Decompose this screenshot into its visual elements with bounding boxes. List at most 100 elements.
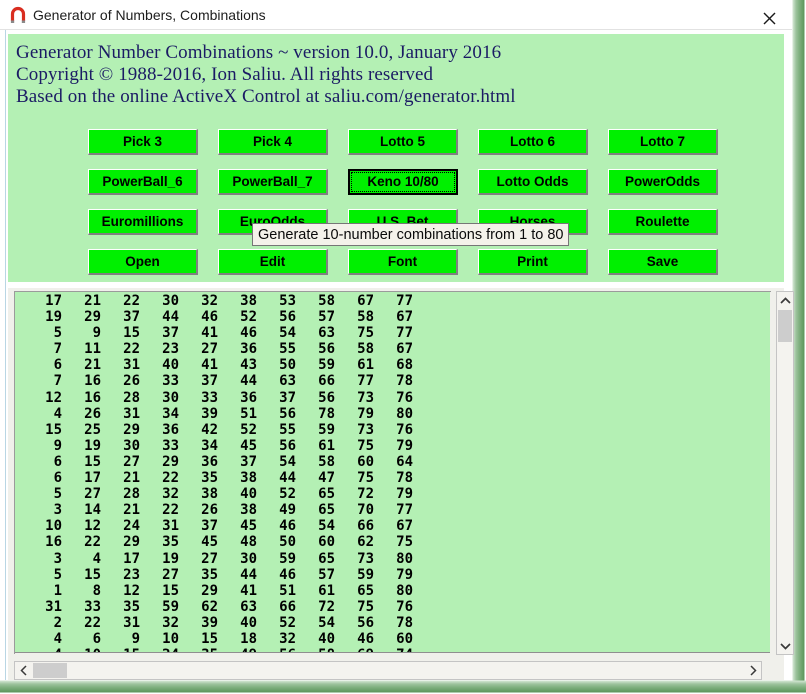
combination-number: 41 — [201, 357, 218, 374]
powerball-7-button[interactable]: PowerBall_7 — [218, 169, 328, 195]
title-bar: Generator of Numbers, Combinations — [0, 0, 792, 30]
close-icon[interactable] — [746, 0, 792, 29]
roulette-button[interactable]: Roulette — [608, 209, 718, 235]
combination-number: 3 — [53, 502, 62, 519]
font-button[interactable]: Font — [348, 249, 458, 275]
powerball-6-button[interactable]: PowerBall_6 — [88, 169, 198, 195]
combination-number: 52 — [279, 614, 296, 631]
combination-number: 56 — [279, 405, 296, 422]
combination-number: 45 — [240, 518, 257, 535]
combination-row[interactable]: 3 14 21 22 26 38 49 65 70 77 — [15, 502, 770, 518]
combination-row[interactable]: 15 25 29 36 42 52 55 59 73 76 — [15, 422, 770, 438]
combination-number: 50 — [279, 534, 296, 551]
combination-row[interactable]: 5 9 15 37 41 46 54 63 75 77 — [15, 325, 770, 341]
save-button[interactable]: Save — [608, 249, 718, 275]
combination-number: 34 — [162, 405, 179, 422]
combination-number: 29 — [84, 309, 101, 326]
combination-row[interactable]: 6 21 31 40 41 43 50 59 61 68 — [15, 357, 770, 373]
combination-row[interactable]: 3 4 17 19 27 30 59 65 73 80 — [15, 551, 770, 567]
combination-number: 5 — [53, 325, 62, 342]
power-odds-button[interactable]: PowerOdds — [608, 169, 718, 195]
keno-10-80-button[interactable]: Keno 10/80 — [348, 169, 458, 195]
print-button[interactable]: Print — [478, 249, 588, 275]
combination-number: 46 — [201, 309, 218, 326]
combination-number: 62 — [357, 534, 374, 551]
combination-row[interactable]: 6 17 21 22 35 38 44 47 75 78 — [15, 470, 770, 486]
combination-row[interactable]: 12 16 28 30 33 36 37 56 73 76 — [15, 390, 770, 406]
combination-number: 53 — [279, 293, 296, 309]
combination-number: 26 — [84, 405, 101, 422]
combination-number: 31 — [45, 598, 62, 615]
scroll-down-icon[interactable] — [777, 637, 793, 654]
combination-number: 1 — [53, 582, 62, 599]
combination-row[interactable]: 7 11 22 23 27 36 55 56 58 67 — [15, 341, 770, 357]
combination-number: 65 — [357, 582, 374, 599]
lotto-7-button[interactable]: Lotto 7 — [608, 129, 718, 155]
horizontal-scrollbar[interactable] — [14, 661, 762, 680]
combination-number: 76 — [396, 421, 413, 438]
combination-number: 10 — [162, 630, 179, 647]
combinations-listbox[interactable]: 17 21 22 30 32 38 53 58 67 77 19 29 37 44 46 52 56 57 58 67… — [14, 291, 770, 653]
combination-row[interactable]: 7 16 26 33 37 44 63 66 77 78 — [15, 373, 770, 389]
combination-number: 17 — [123, 550, 140, 567]
lotto-5-button[interactable]: Lotto 5 — [348, 129, 458, 155]
combination-number: 78 — [396, 470, 413, 487]
combination-row[interactable]: 19 29 37 44 46 52 56 57 58 67 — [15, 309, 770, 325]
vertical-scroll-thumb[interactable] — [778, 310, 792, 342]
combination-row[interactable]: 10 12 24 31 37 45 46 54 66 67 — [15, 518, 770, 534]
combination-row[interactable]: 2 22 31 32 39 40 52 54 56 78 — [15, 615, 770, 631]
combination-number: 31 — [123, 405, 140, 422]
combination-row[interactable]: 5 15 23 27 35 44 46 57 59 79 — [15, 567, 770, 583]
vertical-scrollbar[interactable] — [776, 291, 794, 655]
edit-button[interactable]: Edit — [218, 249, 328, 275]
combination-number: 41 — [240, 582, 257, 599]
combination-row[interactable]: 4101524354956586974 — [15, 647, 770, 652]
button-label: Save — [646, 254, 679, 269]
combination-row[interactable]: 5 27 28 32 38 40 52 65 72 79 — [15, 486, 770, 502]
lotto-odds-button[interactable]: Lotto Odds — [478, 169, 588, 195]
combination-number: 32 — [279, 630, 296, 647]
combination-number: 27 — [162, 566, 179, 583]
scroll-left-icon[interactable] — [15, 662, 32, 679]
combination-number: 7 — [53, 373, 62, 390]
button-label: PowerBall_6 — [102, 174, 183, 189]
combination-number: 37 — [201, 373, 218, 390]
combination-row[interactable]: 4 6 9 10 15 18 32 40 46 60 — [15, 631, 770, 647]
combination-number: 59 — [279, 550, 296, 567]
combination-number: 59 — [318, 421, 335, 438]
combination-row[interactable]: 4 26 31 34 39 51 56 78 79 80 — [15, 406, 770, 422]
combination-number: 9 — [53, 437, 62, 454]
combination-number: 15 — [201, 630, 218, 647]
scroll-right-icon[interactable] — [744, 662, 761, 679]
open-button[interactable]: Open — [88, 249, 198, 275]
combination-number: 74 — [374, 647, 413, 652]
combination-number: 37 — [123, 309, 140, 326]
horizontal-scroll-thumb[interactable] — [33, 663, 67, 678]
lotto-6-button[interactable]: Lotto 6 — [478, 129, 588, 155]
combination-row[interactable]: 1 8 12 15 29 41 51 61 65 80 — [15, 583, 770, 599]
combination-number: 32 — [162, 486, 179, 503]
combination-number: 35 — [123, 598, 140, 615]
scroll-up-icon[interactable] — [777, 292, 793, 309]
combination-row[interactable]: 31 33 35 59 62 63 66 72 75 76 — [15, 599, 770, 615]
combination-number: 17 — [45, 293, 62, 309]
combination-number: 40 — [162, 357, 179, 374]
combination-number: 60 — [396, 630, 413, 647]
combination-number: 76 — [396, 389, 413, 406]
pick-4-button[interactable]: Pick 4 — [218, 129, 328, 155]
combination-number: 14 — [84, 502, 101, 519]
combination-row[interactable]: 17 21 22 30 32 38 53 58 67 77 — [15, 293, 770, 309]
combination-number: 72 — [318, 598, 335, 615]
combination-number: 36 — [201, 453, 218, 470]
combination-number: 27 — [201, 341, 218, 358]
tooltip: Generate 10-number combinations from 1 t… — [252, 223, 570, 246]
combination-number: 24 — [140, 647, 179, 652]
combination-number: 54 — [318, 614, 335, 631]
euromillions-button[interactable]: Euromillions — [88, 209, 198, 235]
combination-number: 50 — [279, 357, 296, 374]
combination-row[interactable]: 16 22 29 35 45 48 50 60 62 75 — [15, 534, 770, 550]
combination-row[interactable]: 9 19 30 33 34 45 56 61 75 79 — [15, 438, 770, 454]
combination-number: 78 — [396, 614, 413, 631]
combination-row[interactable]: 6 15 27 29 36 37 54 58 60 64 — [15, 454, 770, 470]
pick-3-button[interactable]: Pick 3 — [88, 129, 198, 155]
